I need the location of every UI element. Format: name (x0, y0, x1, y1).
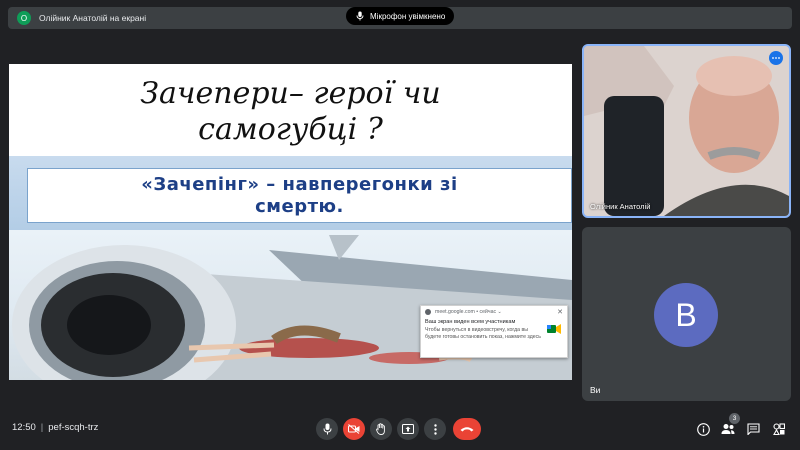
participant-count-badge: 3 (729, 413, 740, 424)
chat-button[interactable] (745, 421, 761, 437)
slide-subtitle-box: «Зачепінг» – навперегонки зі смертю. (27, 168, 572, 223)
present-screen-button[interactable] (397, 418, 419, 440)
chat-icon (746, 423, 760, 435)
meet-logo-icon (547, 324, 561, 334)
participant-options-button[interactable] (769, 51, 783, 65)
meeting-code: pef-scqh-trz (48, 422, 99, 433)
meeting-info: 12:50 | pef-scqh-trz (12, 422, 98, 433)
mic-icon (323, 423, 331, 435)
self-name: Ви (590, 385, 601, 395)
more-horiz-icon (772, 57, 780, 59)
slide-subtitle-line-1: «Зачепінг» – навперегонки зі (141, 173, 458, 195)
more-options-button[interactable] (424, 418, 446, 440)
slide-title-line-1: Зачепери– герої чи (140, 76, 441, 111)
meeting-separator: | (40, 422, 44, 433)
activities-button[interactable] (771, 421, 787, 437)
end-call-button[interactable] (453, 418, 481, 440)
screen-share-notification[interactable]: meet.google.com • сейчас ⌄ Ваш экран вид… (420, 305, 568, 358)
present-icon (402, 424, 414, 434)
slide-title-line-2: самогубці ? (198, 112, 383, 147)
raise-hand-button[interactable] (370, 418, 392, 440)
mic-toggle-button[interactable] (316, 418, 338, 440)
participant-tile-video[interactable]: Олійник Анатолій (582, 44, 791, 218)
meeting-details-button[interactable] (695, 421, 711, 437)
hand-icon (376, 423, 385, 435)
participant-video-feed (584, 46, 789, 216)
mic-icon (356, 11, 364, 21)
notification-title: Ваш экран виден всем участникам (425, 319, 516, 325)
slide-title: Зачепери– герої чи самогубці ? (9, 76, 572, 148)
participant-name: Олійник Анатолій (590, 202, 651, 211)
notification-header: meet.google.com • сейчас ⌄ (425, 309, 563, 315)
more-vert-icon (433, 423, 437, 435)
slide-subtitle-line-2: смертю. (255, 195, 344, 217)
mic-status-toast: Мікрофон увімкнено (346, 7, 454, 25)
notification-source: meet.google.com • сейчас ⌄ (435, 309, 502, 315)
self-tile[interactable]: В Ви (582, 227, 791, 401)
people-icon (721, 424, 735, 434)
slide-subtitle: «Зачепінг» – навперегонки зі смертю. (133, 174, 465, 218)
activities-icon (773, 423, 785, 435)
self-avatar: В (654, 283, 718, 347)
info-icon (696, 422, 710, 436)
end-call-icon (460, 427, 474, 432)
presenter-avatar: О (17, 11, 31, 25)
notification-message: Чтобы вернуться в видеовстречу, когда вы… (425, 327, 541, 340)
camera-off-icon (348, 424, 360, 434)
chrome-icon (425, 309, 431, 315)
notification-close-button[interactable]: ✕ (557, 308, 563, 316)
camera-toggle-button[interactable] (343, 418, 365, 440)
mic-status-text: Мікрофон увімкнено (370, 11, 446, 21)
presenter-label: Олійник Анатолій на екрані (39, 13, 147, 23)
meeting-time: 12:50 (12, 422, 36, 433)
